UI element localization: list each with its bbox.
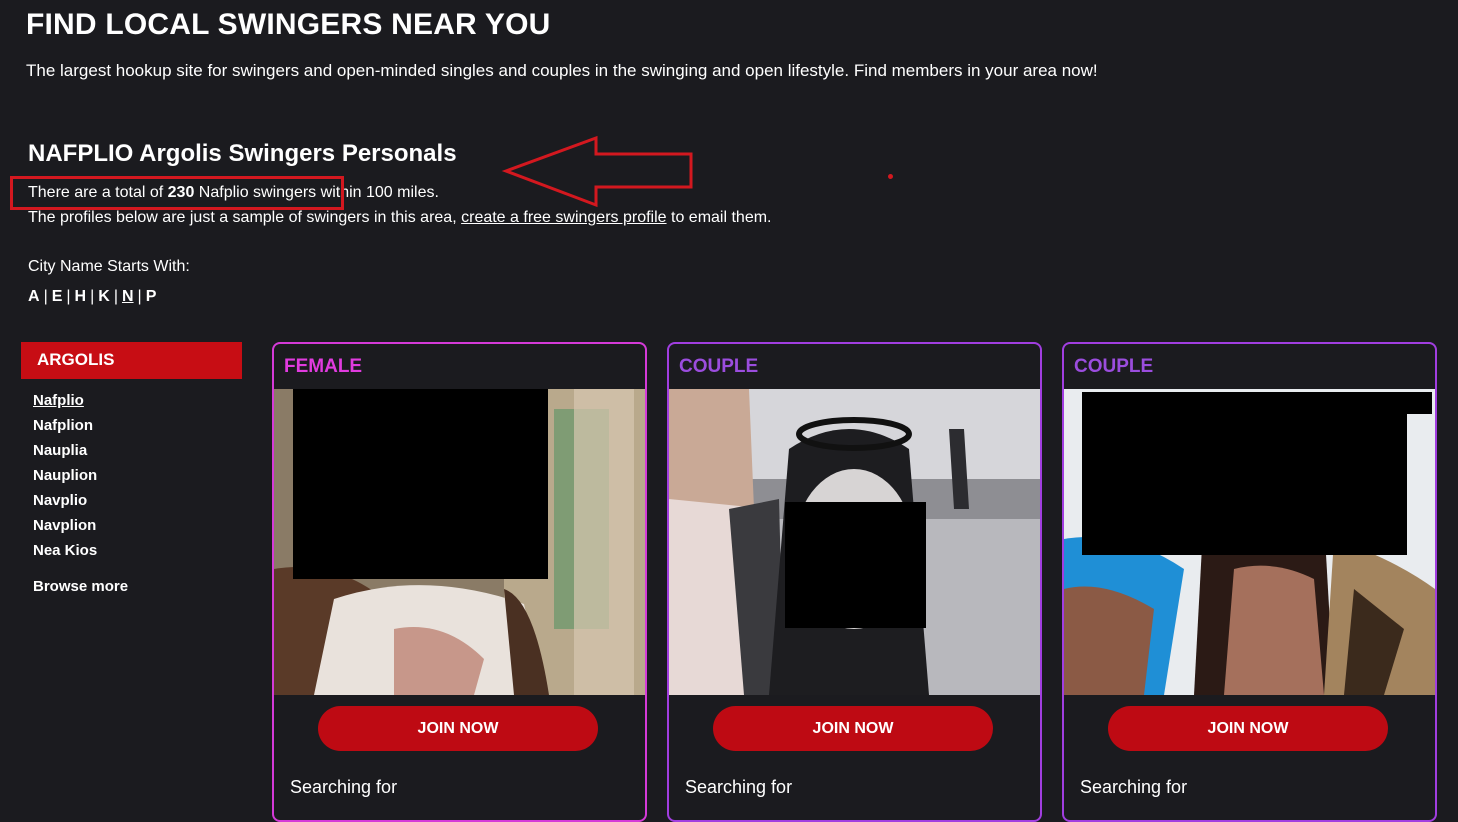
redaction-block bbox=[293, 389, 548, 579]
annotation-highlight-box bbox=[10, 176, 344, 210]
city-link[interactable]: Nauplia bbox=[33, 442, 87, 459]
profile-photo[interactable] bbox=[274, 389, 645, 695]
join-now-button[interactable]: JOIN NOW bbox=[713, 706, 993, 751]
profile-type-label: COUPLE bbox=[1074, 356, 1154, 377]
letter-separator: | bbox=[90, 288, 95, 305]
city-list-item: Nauplion bbox=[33, 467, 97, 492]
letter-separator: | bbox=[113, 288, 118, 305]
letter-filter-e[interactable]: E bbox=[52, 288, 63, 305]
region-header: ARGOLIS bbox=[21, 342, 242, 379]
letter-filter-a[interactable]: A bbox=[28, 288, 40, 305]
city-list-item: Navplion bbox=[33, 517, 97, 542]
city-list: Nafplio Nafplion Nauplia Nauplion Navplio Nav… bbox=[33, 392, 97, 567]
page-tagline: The largest hookup site for swingers and… bbox=[26, 61, 1098, 80]
profile-type-label: FEMALE bbox=[284, 356, 363, 377]
city-list-item: Nea Kios bbox=[33, 542, 97, 567]
join-now-button[interactable]: JOIN NOW bbox=[1108, 706, 1388, 751]
page-title: FIND LOCAL SWINGERS NEAR YOU bbox=[26, 8, 551, 41]
profile-photo[interactable] bbox=[1064, 389, 1435, 695]
searching-for-label: Searching for bbox=[290, 777, 398, 797]
sample-prefix: The profiles below are just a sample of … bbox=[28, 209, 457, 226]
city-link[interactable]: Nafplio bbox=[33, 392, 84, 409]
letter-separator: | bbox=[43, 288, 48, 305]
letter-filter: A | E | H | K | N | P bbox=[28, 288, 156, 306]
redaction-block bbox=[1082, 392, 1407, 555]
city-link[interactable]: Nafplion bbox=[33, 417, 93, 434]
city-filter-label: City Name Starts With: bbox=[28, 258, 190, 275]
profile-card[interactable]: COUPLE JOIN NOW Searching for bbox=[667, 342, 1042, 822]
letter-filter-k[interactable]: K bbox=[98, 288, 110, 305]
join-now-button[interactable]: JOIN NOW bbox=[318, 706, 598, 751]
city-link[interactable]: Nauplion bbox=[33, 467, 97, 484]
letter-filter-p[interactable]: P bbox=[146, 288, 157, 305]
searching-for-label: Searching for bbox=[1080, 777, 1188, 797]
profile-type-label: COUPLE bbox=[679, 356, 759, 377]
city-list-item: Navplio bbox=[33, 492, 97, 517]
redaction-block bbox=[1407, 392, 1432, 414]
annotation-dot bbox=[888, 174, 893, 179]
profile-photo[interactable] bbox=[669, 389, 1040, 695]
city-list-item: Nafplio bbox=[33, 392, 97, 417]
section-title: NAFPLIO Argolis Swingers Personals bbox=[28, 140, 457, 167]
city-link[interactable]: Nea Kios bbox=[33, 542, 97, 559]
letter-filter-n[interactable]: N bbox=[122, 288, 134, 305]
searching-for-label: Searching for bbox=[685, 777, 793, 797]
letter-separator: | bbox=[137, 288, 142, 305]
city-link[interactable]: Navplio bbox=[33, 492, 87, 509]
city-list-item: Nafplion bbox=[33, 417, 97, 442]
city-list-item: Nauplia bbox=[33, 442, 97, 467]
city-link[interactable]: Navplion bbox=[33, 517, 96, 534]
letter-filter-h[interactable]: H bbox=[75, 288, 87, 305]
profile-card[interactable]: FEMALE JOIN NOW Searching for bbox=[272, 342, 647, 822]
annotation-arrow bbox=[501, 135, 693, 208]
browse-more-link[interactable]: Browse more bbox=[33, 578, 128, 595]
letter-separator: | bbox=[66, 288, 71, 305]
profile-card[interactable]: COUPLE JOIN NOW Searching for bbox=[1062, 342, 1437, 822]
redaction-block bbox=[785, 502, 926, 628]
